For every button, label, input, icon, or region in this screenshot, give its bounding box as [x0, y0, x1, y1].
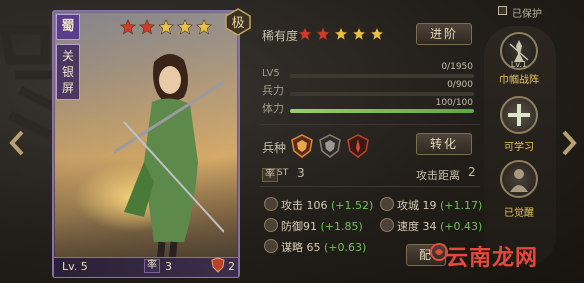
hero-name: 关银屏	[56, 44, 80, 100]
sword-icon	[264, 197, 278, 211]
cavalry-arms-icon[interactable]	[318, 134, 342, 158]
previous-hero-arrow-icon[interactable]	[8, 130, 26, 156]
card-level: Lv. 5	[62, 260, 88, 273]
spear-arms-icon[interactable]	[346, 134, 370, 158]
exp-value: 0/1950	[441, 62, 473, 72]
star-icon	[370, 27, 384, 41]
card-star-rating	[120, 19, 212, 35]
defense-attribute: 防御91 (+1.85)	[281, 218, 363, 234]
star-icon	[298, 27, 312, 41]
stamina-bar-fill	[290, 109, 474, 113]
attr-name: 谋略	[281, 241, 303, 254]
attr-base: 65	[306, 241, 321, 254]
stamina-label: 体力	[262, 102, 284, 115]
attr-bonus: (+0.43)	[440, 220, 483, 233]
troop-label: 兵力	[262, 84, 284, 97]
shield-arms-icon[interactable]	[290, 134, 314, 158]
cost-label: 率	[262, 168, 278, 182]
attr-base: 34	[422, 220, 437, 233]
star-icon	[139, 19, 155, 35]
card-rate-label: 率	[144, 259, 160, 273]
skill-label: 巾帼战阵	[499, 75, 539, 86]
star-icon	[177, 19, 193, 35]
hero-portrait	[114, 53, 224, 262]
exp-bar	[290, 74, 474, 78]
protect-label: 已保护	[512, 9, 542, 20]
attr-base: 91	[303, 220, 317, 233]
star-icon	[120, 19, 136, 35]
faction-badge: 蜀	[56, 14, 80, 40]
attack-range-label: 攻击距离	[416, 169, 460, 182]
attack-range-value: 2	[468, 165, 476, 179]
learnable-plus-icon	[508, 104, 530, 126]
rank-glyph: 极	[231, 16, 244, 31]
attr-name: 攻击	[281, 199, 303, 212]
attr-name: 速度	[397, 220, 419, 233]
skill-slot-3[interactable]	[500, 160, 538, 198]
protect-checkbox[interactable]	[498, 6, 507, 15]
rarity-label: 稀有度	[262, 29, 299, 43]
awakened-skill-icon	[510, 169, 528, 192]
siege-attribute: 攻城 19 (+1.17)	[397, 197, 482, 213]
attr-base: 106	[306, 199, 328, 212]
skill-slot-2[interactable]	[500, 96, 538, 134]
attr-bonus: (+0.63)	[324, 241, 367, 254]
troop-bar	[290, 92, 474, 96]
attr-bonus: (+1.85)	[320, 220, 363, 233]
star-icon	[334, 27, 348, 41]
attr-base: 19	[422, 199, 437, 212]
arms-label: 兵种	[262, 141, 287, 155]
star-icon	[352, 27, 366, 41]
speed-icon	[380, 218, 394, 232]
cost-value: 3	[297, 166, 305, 180]
cost-suffix: ST	[277, 168, 289, 178]
divider	[260, 186, 480, 187]
rank-badge: 极	[224, 8, 252, 36]
star-icon	[158, 19, 174, 35]
strategy-attribute: 谋略 65 (+0.63)	[281, 239, 366, 255]
siege-icon	[380, 197, 394, 211]
defense-icon	[264, 218, 278, 232]
strategy-icon	[264, 239, 278, 253]
card-rate-value: 3	[165, 260, 172, 273]
star-icon	[196, 19, 212, 35]
stamina-value: 100/100	[435, 98, 473, 108]
skill-level: Lv.1	[510, 60, 528, 69]
transform-button[interactable]: 转化	[416, 133, 472, 155]
troop-value: 0/900	[447, 80, 473, 90]
attr-bonus: (+1.52)	[331, 199, 374, 212]
skill-label: 可学习	[504, 142, 534, 153]
advance-button[interactable]: 进阶	[416, 23, 472, 45]
attr-bonus: (+1.17)	[440, 199, 483, 212]
level-label: LV5	[262, 68, 280, 79]
hero-card[interactable]	[52, 10, 240, 278]
speed-attribute: 速度 34 (+0.43)	[397, 218, 482, 234]
skill-label: 已觉醒	[504, 208, 534, 219]
attack-attribute: 攻击 106 (+1.52)	[281, 197, 373, 213]
attr-name: 防御	[281, 220, 303, 233]
shield-icon	[211, 257, 225, 273]
divider	[260, 124, 480, 125]
star-icon	[316, 27, 330, 41]
next-hero-arrow-icon[interactable]	[560, 130, 578, 156]
attr-name: 攻城	[397, 199, 419, 212]
card-power-value: 2	[228, 260, 235, 273]
watermark-text: 云南龙网	[446, 246, 539, 271]
stamina-bar	[290, 109, 474, 113]
rarity-star-rating	[298, 27, 384, 41]
